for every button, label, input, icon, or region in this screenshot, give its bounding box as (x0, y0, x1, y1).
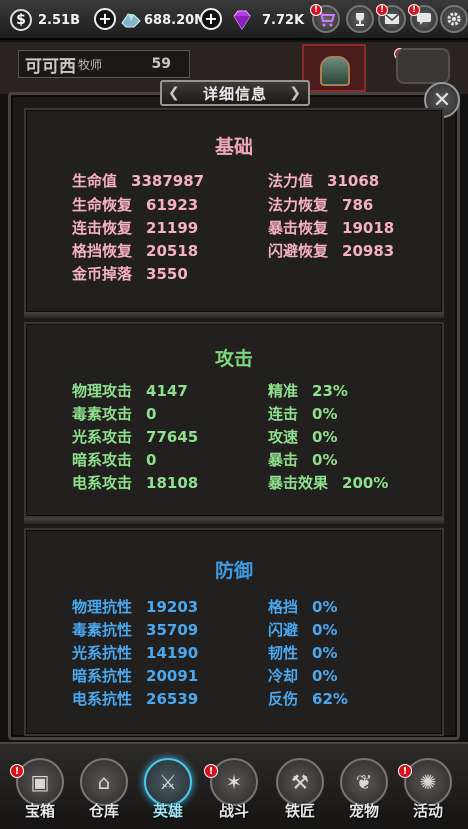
nav-battle-alert-badge: ! (204, 764, 218, 778)
crystal-icon (121, 13, 141, 28)
stat-row: 生命值 3387987 (72, 172, 205, 190)
add-crystal-button[interactable]: + (200, 8, 222, 30)
ornament-left-icon: ❮ (168, 85, 181, 101)
stat-row: 物理抗性 19203 (72, 598, 199, 616)
trophy-icon[interactable] (346, 5, 374, 33)
hero-name: 可可西 (25, 56, 76, 77)
defense-section-title: 防御 (214, 560, 253, 582)
stat-row: 电系抗性 26539 (72, 690, 199, 708)
stat-row: 闪避 0% (268, 621, 338, 639)
nav-hero-label: 英雄 (152, 802, 183, 820)
section-divider (24, 518, 444, 524)
stat-row: 光系攻击 77645 (72, 428, 199, 446)
nav-battle-label: 战斗 (218, 802, 249, 820)
stat-row: 闪避恢复 20983 (268, 242, 395, 260)
stat-row: 暗系抗性 20091 (72, 667, 199, 685)
gold-resource: $ 2.51B (10, 8, 80, 32)
stat-row: 物理攻击 4147 (72, 382, 188, 400)
stat-row: 金币掉落 3550 (72, 265, 188, 283)
gold-value: 2.51B (38, 12, 80, 28)
nav-chest-label: 宝箱 (24, 802, 55, 820)
stat-row: 暗系攻击 0 (72, 451, 157, 469)
stat-row: 法力值 31068 (268, 172, 380, 190)
stat-row: 韧性 0% (268, 644, 338, 662)
chest-icon: ▣ (16, 758, 64, 806)
stat-row: 格挡恢复 20518 (72, 242, 199, 260)
stat-row: 暴击 0% (268, 451, 338, 469)
stat-row: 毒素抗性 35709 (72, 621, 199, 639)
dialog-title: 详细信息 (202, 84, 267, 103)
equipment-slot-helmet[interactable] (302, 44, 366, 92)
stat-row: 暴击效果 200% (268, 474, 389, 492)
stat-row: 格挡 0% (268, 598, 338, 616)
nav-battle[interactable]: ✶ ! 战斗 (204, 758, 262, 828)
crystal-value: 688.20M (144, 12, 208, 28)
purple-gem-icon (233, 10, 251, 30)
stat-row: 电系攻击 18108 (72, 474, 199, 492)
attack-section-title: 攻击 (214, 348, 253, 370)
section-divider (24, 312, 444, 318)
nav-pet[interactable]: ❦ 宠物 (336, 758, 392, 828)
dialog-title-plate: ❮ 详细信息 ❯ (160, 80, 310, 106)
pet-icon: ❦ (340, 758, 388, 806)
nav-event-label: 活动 (412, 802, 443, 820)
stat-row: 反伤 62% (268, 690, 348, 708)
nav-pet-label: 宠物 (348, 802, 379, 820)
nav-blacksmith[interactable]: ⚒ 铁匠 (272, 758, 328, 828)
shop-alert-badge: ! (310, 4, 322, 16)
event-icon: ✺ (404, 758, 452, 806)
battle-icon: ✶ (210, 758, 258, 806)
nav-event[interactable]: ✺ ! 活动 (398, 758, 456, 828)
dollar-coin-icon: $ (10, 9, 32, 31)
hero-class: 牧师 (78, 57, 103, 72)
nav-warehouse[interactable]: ⌂ 仓库 (76, 758, 132, 828)
stat-row: 光系抗性 14190 (72, 644, 199, 662)
inventory-button[interactable] (396, 48, 450, 84)
stat-row: 法力恢复 786 (268, 196, 374, 214)
hero-icon: ⚔ (144, 758, 192, 806)
chat-alert-badge: ! (408, 4, 420, 16)
add-gold-button[interactable]: + (94, 8, 116, 30)
stat-row: 暴击恢复 19018 (268, 219, 395, 237)
nav-event-alert-badge: ! (398, 764, 412, 778)
gem-resource: 7.72K (230, 8, 304, 32)
blacksmith-icon: ⚒ (276, 758, 324, 806)
nav-chest[interactable]: ▣ ! 宝箱 (10, 758, 68, 828)
warehouse-icon: ⌂ (80, 758, 128, 806)
settings-icon[interactable] (440, 5, 468, 33)
nav-hero[interactable]: ⚔ 英雄 (140, 758, 196, 828)
stat-row: 连击 0% (268, 405, 338, 423)
stat-row: 冷却 0% (268, 667, 338, 685)
hero-name-box: 可可西 牧师 59 (18, 50, 190, 78)
mail-alert-badge: ! (376, 4, 388, 16)
stat-row: 精准 23% (268, 382, 348, 400)
gem-value: 7.72K (262, 12, 305, 28)
ornament-right-icon: ❯ (289, 85, 302, 101)
stat-row: 攻速 0% (268, 428, 338, 446)
basic-section-title: 基础 (214, 136, 253, 158)
helmet-icon (320, 56, 350, 86)
nav-blacksmith-label: 铁匠 (284, 802, 315, 820)
stat-row: 毒素攻击 0 (72, 405, 157, 423)
crystal-resource: 688.20M (120, 8, 207, 32)
nav-chest-alert-badge: ! (10, 764, 24, 778)
hero-level: 59 (151, 56, 171, 72)
nav-warehouse-label: 仓库 (88, 802, 119, 820)
stat-row: 生命恢复 61923 (72, 196, 199, 214)
stat-row: 连击恢复 21199 (72, 219, 199, 237)
